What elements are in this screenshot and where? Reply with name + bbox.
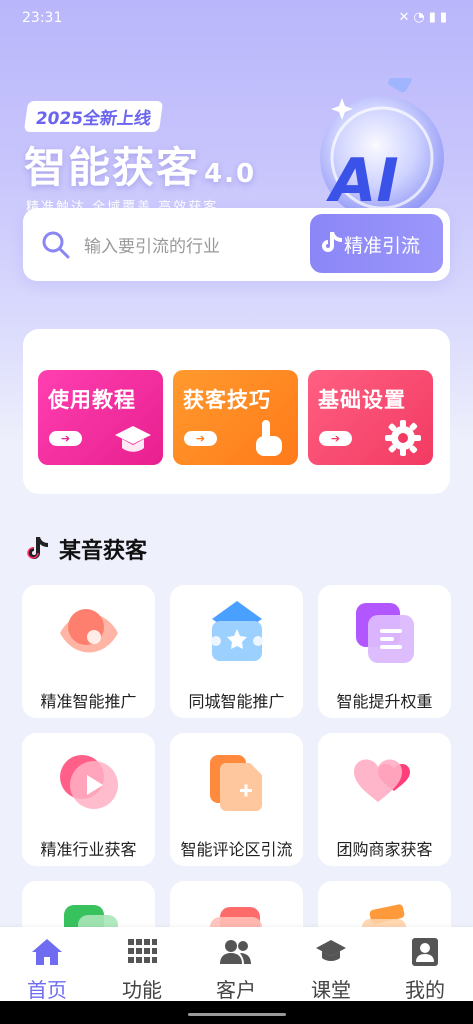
headline-version: 4.0 [204,159,257,189]
battery-icon: ▮ [439,10,451,25]
feature-label: 智能提升权重 [336,692,433,711]
precise-traffic-label: 精准引流 [344,235,421,257]
nav-home[interactable]: 首页 [0,927,94,1002]
acquisition-tips-label: 获客技巧 [183,388,271,412]
feature-label: 精准智能推广 [40,692,137,711]
arrow-right-icon: ➔ [49,431,82,446]
feature-tile-precise-promotion[interactable]: 精准智能推广 [22,585,155,718]
wifi-icon: ◔ [413,10,429,25]
star-house-icon [211,601,263,661]
document-stack-icon [356,603,414,663]
bottom-nav: 首页 功能 客户 课堂 我的 [0,927,473,1002]
tutorial-card[interactable]: 使用教程 ➔ [38,370,163,465]
basic-settings-card[interactable]: 基础设置 ➔ [308,370,433,465]
target-eye-icon [60,609,118,653]
nav-label: 客户 [216,978,256,1002]
precise-traffic-button[interactable]: 精准引流 [310,214,443,273]
ai-art-text: AI [326,146,399,216]
status-time: 23:31 [22,10,63,26]
nav-profile[interactable]: 我的 [378,927,472,1002]
mute-icon: ✕ [398,10,414,25]
graduation-cap-icon [316,940,346,961]
feature-tile-local-promotion[interactable]: 同城智能推广 [170,585,303,718]
search-input[interactable]: 输入要引流的行业 [84,232,220,257]
feature-label: 团购商家获客 [336,840,433,859]
headline-text: 智能获客 [24,143,201,192]
feature-tile-industry-acquisition[interactable]: 精准行业获客 [22,733,155,866]
feature-label: 智能评论区引流 [180,840,293,859]
music-note-icon [322,232,342,252]
arrow-right-icon: ➔ [184,431,217,446]
quick-actions-panel: 使用教程 ➔ 获客技巧 ➔ 基础设置 ➔ [23,329,450,494]
gear-icon [385,420,421,456]
grid-icon [128,939,157,963]
acquisition-tips-card[interactable]: 获客技巧 ➔ [173,370,298,465]
feature-label: 精准行业获客 [40,840,137,859]
nav-label: 我的 [405,978,445,1002]
launch-tag: 2025全新上线 [23,101,164,132]
feature-tile-comment-traffic[interactable]: 智能评论区引流 [170,733,303,866]
hearts-icon [354,759,410,802]
search-icon [42,231,70,259]
signal-icon: ▮ [428,10,440,25]
feature-label: 同城智能推广 [188,692,285,711]
ai-sphere-icon: AI [320,78,444,220]
arrow-right-icon: ➔ [319,431,352,446]
nav-customers[interactable]: 客户 [189,927,283,1002]
graduation-cap-icon [115,426,151,452]
music-note-icon [27,537,48,559]
add-file-icon [210,755,262,811]
feature-tile-boost-weight[interactable]: 智能提升权重 [318,585,451,718]
home-indicator[interactable] [188,1013,286,1016]
system-navigation-bar [0,1001,473,1024]
users-icon [220,940,251,964]
play-circle-icon [60,755,118,809]
search-bar: 输入要引流的行业 精准引流 [23,208,450,281]
section-title: 某音获客 [59,539,148,564]
profile-icon [412,938,438,966]
nav-features[interactable]: 功能 [95,927,189,1002]
tutorial-label: 使用教程 [48,388,136,412]
status-bar: 23:31 ✕◔▮▮ [0,0,473,38]
nav-classroom[interactable]: 课堂 [284,927,378,1002]
banner-headline: 智能获客 4.0 [24,134,256,195]
status-icons: ✕◔▮▮ [398,10,451,25]
nav-label: 课堂 [311,978,351,1002]
home-icon [32,939,62,965]
basic-settings-label: 基础设置 [318,388,406,412]
nav-label: 首页 [27,978,67,1002]
tap-hand-icon [256,420,282,456]
nav-label: 功能 [122,978,162,1002]
feature-tile-groupbuy-acquisition[interactable]: 团购商家获客 [318,733,451,866]
